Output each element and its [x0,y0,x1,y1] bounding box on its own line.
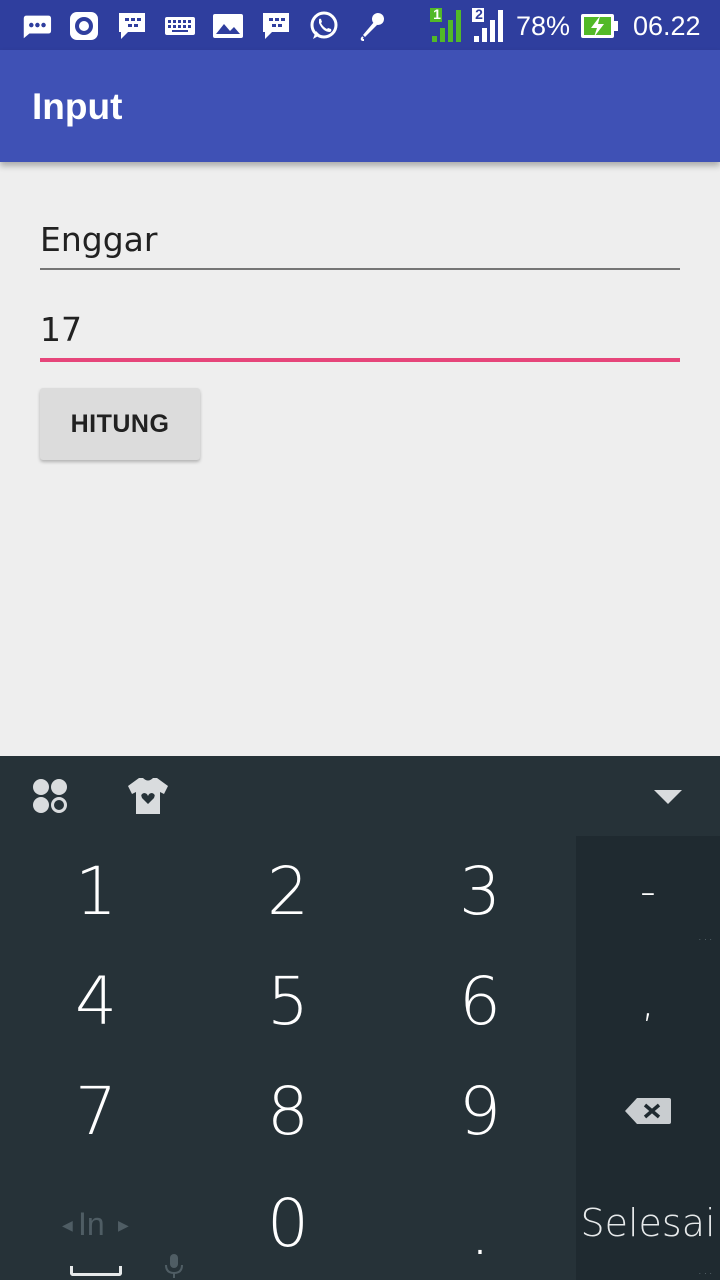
clock: 06.22 [633,11,701,41]
space-bar-icon [70,1266,122,1276]
sim1-signal-icon: 1 [430,6,466,44]
sim2-signal-icon: 2 [472,6,508,44]
microphone-icon [356,10,388,42]
record-icon [68,10,100,42]
key-9[interactable]: 9 [384,1056,576,1166]
more-symbols-indicator: ... [697,928,714,944]
sim2-label: 2 [475,6,483,22]
app-bar: Input [0,50,720,162]
app-bar-title: Input [32,86,123,127]
battery-percent: 78% [516,11,571,41]
theme-shirt-icon[interactable] [126,774,170,818]
more-symbols-indicator: ... [697,1262,714,1278]
age-field[interactable]: 17 [40,304,680,362]
name-field[interactable]: Enggar [40,212,680,270]
language-space-key[interactable]: ◀ In ▶ [0,1166,192,1280]
key-8[interactable]: 8 [192,1056,384,1166]
age-field-underline [40,358,680,362]
key-minus-label: - [640,865,656,917]
key-comma[interactable]: , [576,946,720,1056]
status-bar: 1 2 78% 06.22 [0,0,720,50]
gallery-icon [212,10,244,42]
language-left-arrow-icon: ◀ [62,1218,73,1234]
key-period[interactable]: . [384,1176,576,1280]
key-5[interactable]: 5 [192,946,384,1056]
key-6[interactable]: 6 [384,946,576,1056]
done-key-label: Selesai [580,1201,716,1245]
hitung-button[interactable]: HITUNG [40,388,200,460]
key-3[interactable]: 3 [384,836,576,946]
hide-keyboard-icon[interactable] [648,782,688,812]
language-label: In [78,1206,105,1242]
key-4[interactable]: 4 [0,946,192,1056]
sim1-label: 1 [433,6,441,22]
clover-menu-icon[interactable] [28,774,72,818]
key-1[interactable]: 1 [0,836,192,946]
language-right-arrow-icon: ▶ [118,1218,129,1234]
numeric-keyboard: 1 2 3 4 5 6 7 8 9 ◀ In ▶ 0 . - ... , Sel… [0,756,720,1280]
chat-bubble-icon [20,10,52,42]
whatsapp-icon [308,10,340,42]
done-key[interactable]: Selesai ... [576,1166,720,1280]
voice-input-icon[interactable] [162,1252,186,1280]
name-field-value: Enggar [40,220,158,259]
key-comma-label: , [641,975,655,1027]
bbm-icon [260,10,292,42]
key-0[interactable]: 0 [192,1168,384,1278]
key-2[interactable]: 2 [192,836,384,946]
bbm-icon [116,10,148,42]
keyboard-icon [164,10,196,42]
key-7[interactable]: 7 [0,1056,192,1166]
age-field-value: 17 [40,310,82,349]
backspace-key[interactable] [576,1056,720,1166]
keyboard-toolbar [0,756,720,836]
name-field-underline [40,268,680,270]
key-minus[interactable]: - ... [576,836,720,946]
battery-charging-icon [580,12,620,40]
backspace-icon [625,1098,671,1124]
